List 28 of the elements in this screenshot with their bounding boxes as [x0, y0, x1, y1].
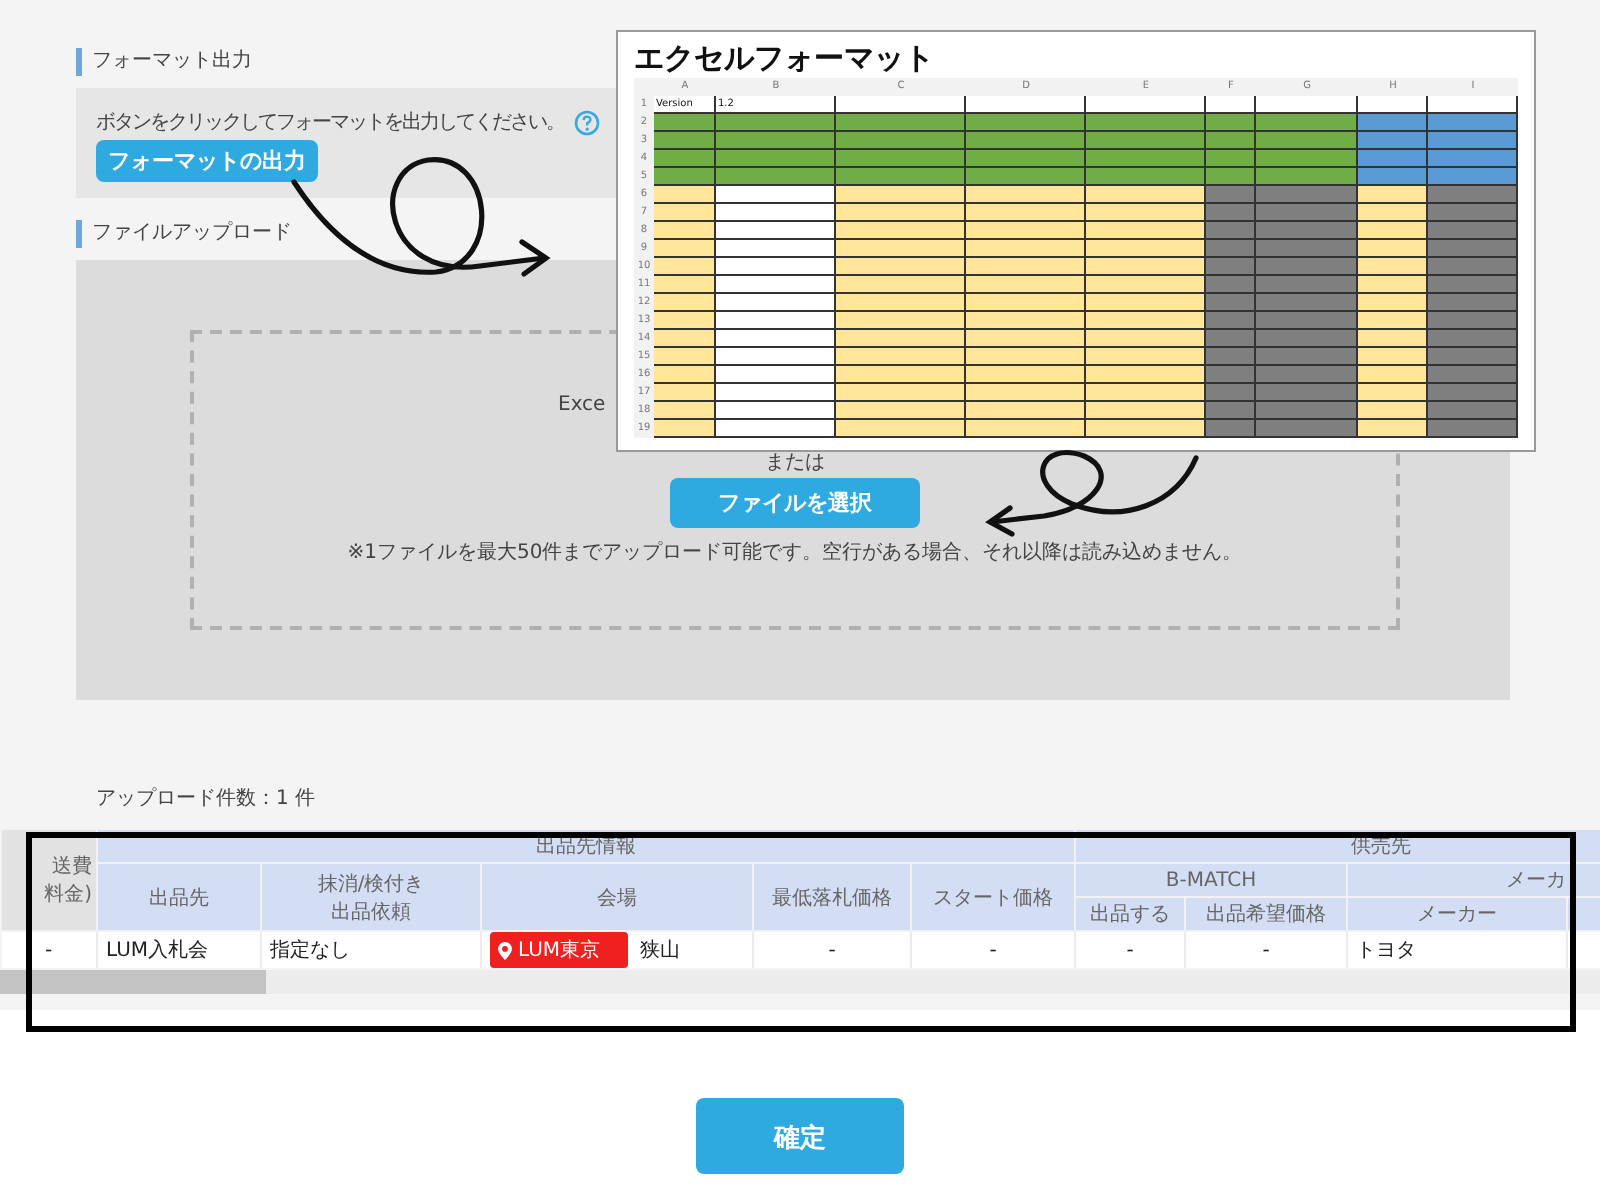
- table-cell: -: [1075, 931, 1185, 968]
- group-header: メーカ: [1347, 863, 1600, 897]
- column-header: 出品先: [97, 863, 261, 931]
- table-cell: -: [911, 931, 1075, 968]
- choose-file-button[interactable]: ファイルを選択: [670, 478, 920, 528]
- table-cell: -: [1185, 931, 1347, 968]
- or-text: または: [765, 452, 825, 476]
- upload-note: ※1ファイルを最大50件までアップロード可能です。空行がある場合、それ以降は読み込めません。: [347, 539, 1243, 566]
- confirm-button[interactable]: 確定: [696, 1098, 904, 1174]
- table-cell: -: [753, 931, 911, 968]
- column-header: 最低落札価格: [753, 863, 911, 931]
- column-header: 出品する: [1075, 897, 1185, 931]
- column-header: 会場: [481, 863, 753, 931]
- column-header: 送費 料金): [1, 829, 97, 931]
- venue-tag: LUM東京: [490, 932, 629, 968]
- table-cell-text: 狭山: [640, 937, 681, 964]
- column-header: スタート価格: [911, 863, 1075, 931]
- table-cell: LUM入札会: [97, 931, 261, 968]
- column-header: 出品希望価格: [1185, 897, 1347, 931]
- drop-text: Exce: [558, 394, 606, 418]
- table-cell: 指定なし: [261, 931, 481, 968]
- column-header: 抹消/検付き出品依頼: [261, 863, 481, 931]
- format-output-button[interactable]: フォーマットの出力: [96, 140, 318, 182]
- instruction-text: ボタンをクリックしてフォーマットを出力してください。: [96, 109, 564, 136]
- table-cell: トヨタ: [1347, 931, 1567, 968]
- upload-count: アップロード件数：1 件: [94, 785, 318, 814]
- group-header: B-MATCH: [1075, 863, 1347, 897]
- column-header: メーカー: [1347, 897, 1567, 931]
